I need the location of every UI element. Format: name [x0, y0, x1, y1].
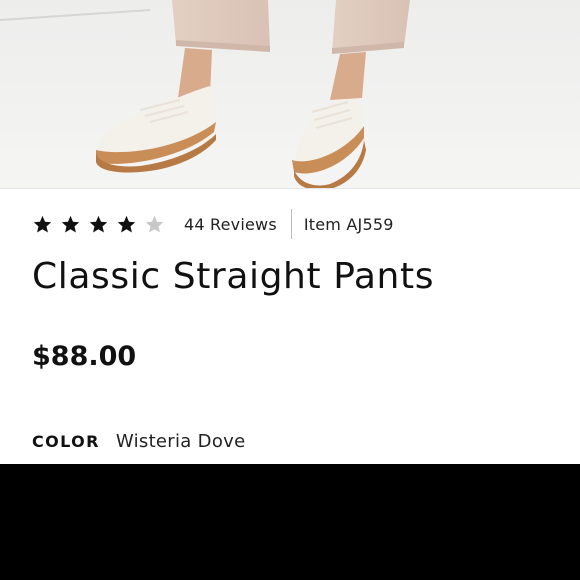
- vertical-divider: [290, 209, 292, 239]
- star-icon: [32, 212, 60, 236]
- star-icon: [116, 212, 144, 236]
- star-rating[interactable]: [32, 212, 172, 236]
- star-icon: [60, 212, 88, 236]
- product-photo: [0, 0, 580, 188]
- divider: [0, 188, 580, 189]
- reviews-link[interactable]: 44 Reviews: [184, 215, 277, 234]
- product-title: Classic Straight Pants: [32, 256, 435, 297]
- star-icon: [144, 212, 172, 236]
- item-number: Item AJ559: [303, 214, 394, 234]
- product-price: $88.00: [32, 341, 137, 372]
- product-image[interactable]: [0, 0, 580, 188]
- star-icon: [88, 212, 116, 236]
- dark-footer-region: [0, 464, 580, 580]
- color-row: COLOR Wisteria Dove: [32, 431, 245, 452]
- color-label: COLOR: [32, 432, 100, 451]
- rating-row: 44 Reviews Item AJ559: [32, 209, 394, 239]
- color-value: Wisteria Dove: [115, 431, 246, 452]
